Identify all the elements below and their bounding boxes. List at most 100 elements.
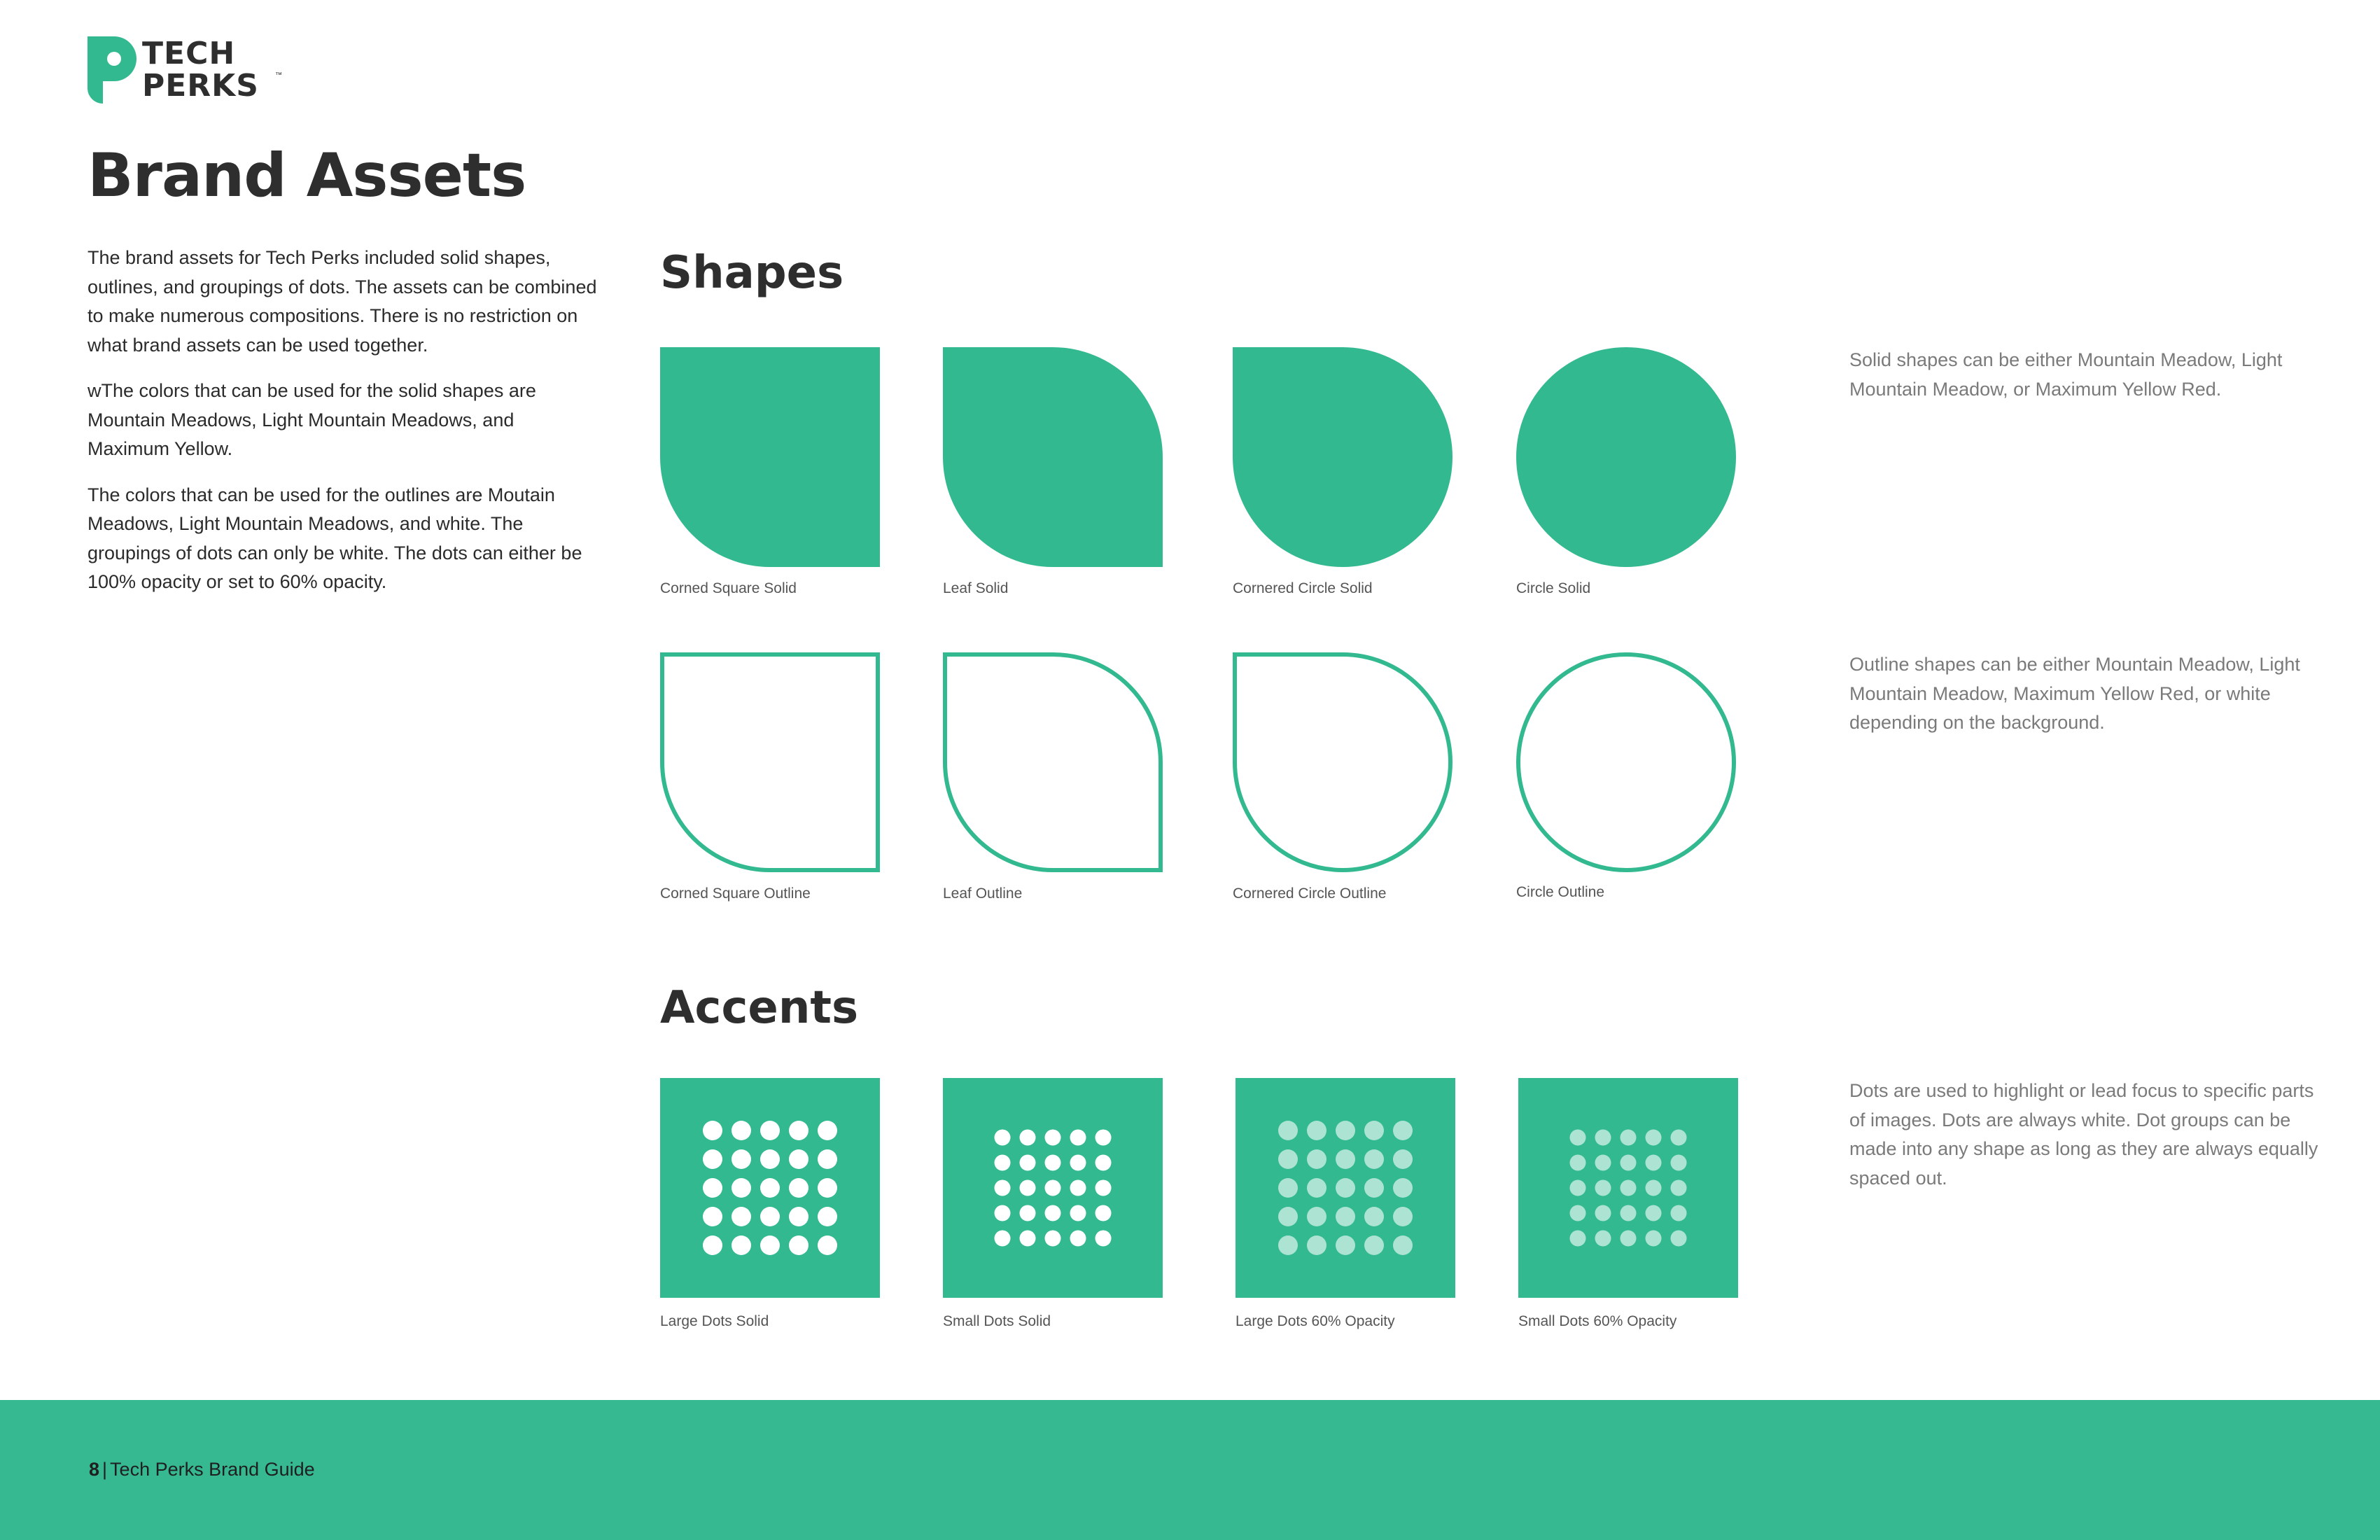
tech-perks-logo: TECH PERKS ™: [88, 36, 290, 106]
accent-dot: [1278, 1121, 1298, 1140]
accent-dot: [994, 1230, 1011, 1247]
intro-paragraph-3: The colors that can be used for the outl…: [88, 484, 582, 593]
accent-dot: [818, 1207, 837, 1226]
intro-text: The brand assets for Tech Perks included…: [88, 244, 598, 614]
accent-dot: [1336, 1149, 1355, 1169]
accents-note: Dots are used to highlight or lead focus…: [1849, 1080, 2318, 1189]
footer-text: 8 | Tech Perks Brand Guide: [89, 1459, 315, 1480]
accent-dot: [1569, 1154, 1586, 1171]
footer-bar: 8 | Tech Perks Brand Guide: [0, 1400, 2380, 1540]
accent-dot: [1620, 1180, 1637, 1196]
accent-dot: [1336, 1121, 1355, 1140]
accent-dot: [818, 1149, 837, 1169]
accent-dot: [1307, 1207, 1326, 1226]
leaf-outline-shape: [943, 652, 1163, 872]
accent-dot: [1595, 1180, 1611, 1196]
accent-dot: [703, 1236, 722, 1255]
large-dots-solid-tile: [660, 1078, 880, 1298]
accent-dot: [789, 1178, 808, 1198]
accent-dot: [789, 1149, 808, 1169]
accent-dot: [1645, 1205, 1662, 1222]
accent-dot: [1620, 1129, 1637, 1146]
accent-dot: [1645, 1180, 1662, 1196]
accent-dot: [1645, 1230, 1662, 1247]
accent-dot: [1364, 1236, 1384, 1255]
accent-dot: [1278, 1236, 1298, 1255]
logo-line-1: TECH: [142, 36, 236, 71]
accent-dot: [1044, 1180, 1061, 1196]
large-dots-solid-grid: [703, 1121, 837, 1255]
caption-cornered-circle-outline: Cornered Circle Outline: [1233, 886, 1387, 902]
logo-line-2: PERKS: [142, 68, 259, 104]
accent-dot: [1364, 1149, 1384, 1169]
accent-dot: [994, 1180, 1011, 1196]
accent-dot: [1095, 1230, 1112, 1247]
accent-dot: [1044, 1205, 1061, 1222]
accent-dot: [789, 1236, 808, 1255]
small-dots-solid-tile: [943, 1078, 1163, 1298]
accent-dot: [760, 1178, 780, 1198]
accent-dot: [1620, 1154, 1637, 1171]
caption-leaf-solid: Leaf Solid: [943, 580, 1009, 596]
accent-dot: [1364, 1207, 1384, 1226]
small-dots-60-opacity-tile: [1518, 1078, 1738, 1298]
accent-dot: [1019, 1129, 1036, 1146]
intro-paragraph-2: wThe colors that can be used for the sol…: [88, 380, 536, 459]
accent-dot: [1070, 1205, 1086, 1222]
accent-dot: [732, 1178, 751, 1198]
accent-dot: [1645, 1129, 1662, 1146]
accent-dot: [1019, 1180, 1036, 1196]
page-title: Brand Assets: [88, 141, 526, 211]
accent-dot: [1019, 1230, 1036, 1247]
accent-dot: [760, 1149, 780, 1169]
page-number: 8: [89, 1459, 100, 1480]
accent-dot: [1044, 1230, 1061, 1247]
accent-dot: [1278, 1149, 1298, 1169]
accent-dot: [1070, 1154, 1086, 1171]
accent-dot: [1070, 1230, 1086, 1247]
circle-solid-shape: [1516, 347, 1736, 567]
accent-dot: [818, 1236, 837, 1255]
accent-dot: [1595, 1154, 1611, 1171]
accent-dot: [1620, 1205, 1637, 1222]
large-dots-60-opacity-tile: [1236, 1078, 1455, 1298]
accent-dot: [789, 1207, 808, 1226]
caption-small-dots-solid: Small Dots Solid: [943, 1313, 1051, 1329]
accent-dot: [1393, 1207, 1413, 1226]
accent-dot: [1336, 1178, 1355, 1198]
accent-dot: [703, 1149, 722, 1169]
accent-dot: [1307, 1178, 1326, 1198]
accent-dot: [760, 1121, 780, 1140]
accent-dot: [1393, 1121, 1413, 1140]
accent-dot: [1095, 1129, 1112, 1146]
accent-dot: [1307, 1121, 1326, 1140]
accent-dot: [818, 1121, 837, 1140]
accent-dot: [703, 1207, 722, 1226]
accent-dot: [732, 1149, 751, 1169]
logo-wordmark: TECH PERKS: [142, 38, 259, 102]
logo-trademark: ™: [275, 71, 282, 79]
cornered-circle-solid-shape: [1233, 347, 1452, 567]
accent-dot: [703, 1178, 722, 1198]
caption-leaf-outline: Leaf Outline: [943, 886, 1023, 902]
leaf-solid-shape: [943, 347, 1163, 567]
accent-dot: [1336, 1236, 1355, 1255]
accent-dot: [1044, 1154, 1061, 1171]
circle-outline-shape: [1516, 652, 1736, 872]
accent-dot: [1670, 1180, 1687, 1196]
accent-dot: [1670, 1154, 1687, 1171]
accent-dot: [1670, 1129, 1687, 1146]
accent-dot: [1595, 1205, 1611, 1222]
solid-shapes-note: Solid shapes can be either Mountain Mead…: [1849, 349, 2283, 400]
accent-dot: [818, 1178, 837, 1198]
caption-cornered-circle-solid: Cornered Circle Solid: [1233, 580, 1373, 596]
accent-dot: [1364, 1121, 1384, 1140]
accent-dot: [1070, 1180, 1086, 1196]
accent-dot: [760, 1236, 780, 1255]
caption-large-dots-solid: Large Dots Solid: [660, 1313, 769, 1329]
accent-dot: [1595, 1129, 1611, 1146]
accent-dot: [1569, 1205, 1586, 1222]
corned-square-solid-shape: [660, 347, 880, 567]
caption-circle-outline: Circle Outline: [1516, 884, 1605, 900]
corned-square-outline-shape: [660, 652, 880, 872]
